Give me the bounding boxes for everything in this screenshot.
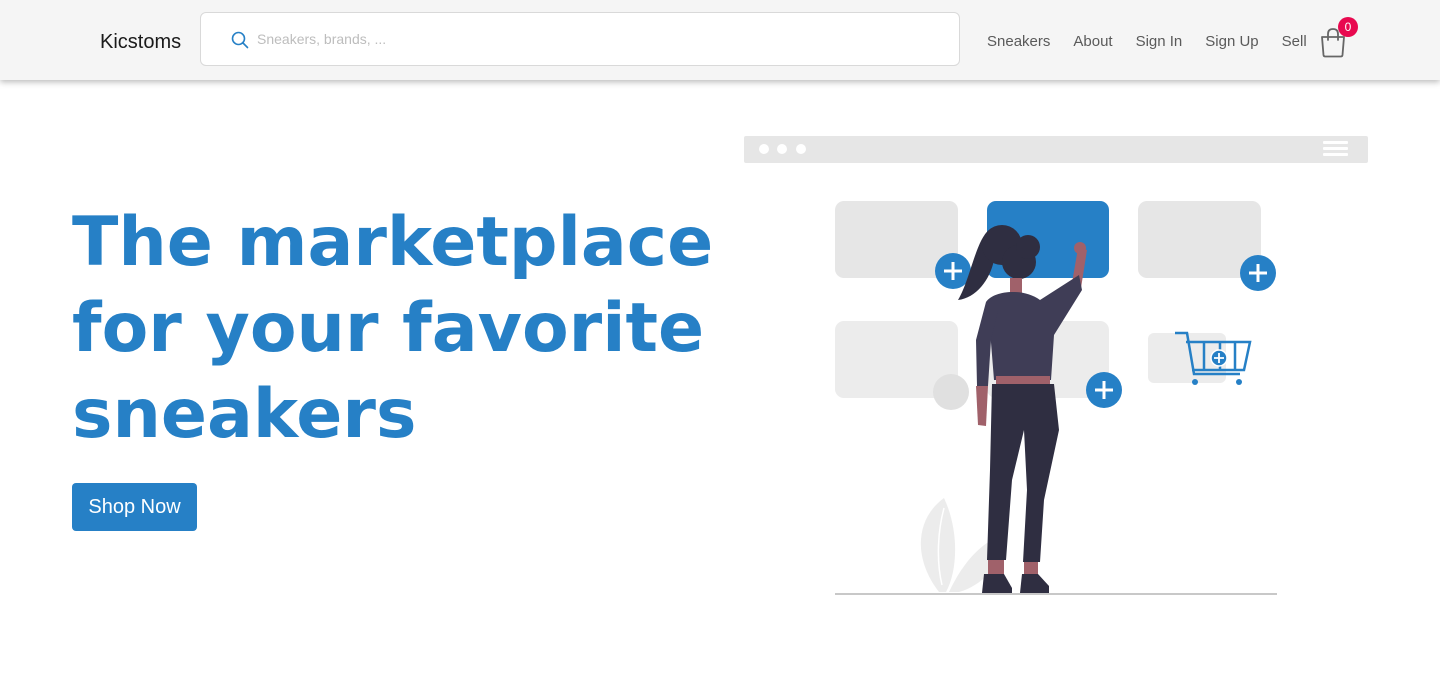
hero-title-line: sneakers <box>72 375 417 454</box>
hero-title: The marketplace for your favorite sneake… <box>72 200 714 458</box>
top-navbar: Kicstoms Sneakers About Sign In Sign Up … <box>0 0 1440 80</box>
nav-link-sign-in[interactable]: Sign In <box>1136 33 1183 51</box>
nav-link-sign-up[interactable]: Sign Up <box>1205 33 1258 51</box>
main-nav: Sneakers About Sign In Sign Up Sell <box>987 33 1307 51</box>
browser-bar-graphic <box>744 136 1368 163</box>
hero-title-line: for your favorite <box>72 289 705 368</box>
search-input[interactable] <box>257 27 937 51</box>
search-bar[interactable] <box>200 12 960 66</box>
brand-logo[interactable]: Kicstoms <box>100 31 181 53</box>
nav-link-sell[interactable]: Sell <box>1282 33 1307 51</box>
cart-count-badge: 0 <box>1338 17 1358 37</box>
nav-link-about[interactable]: About <box>1073 33 1112 51</box>
woman-figure-graphic <box>958 225 1087 593</box>
hero-illustration <box>744 136 1368 595</box>
search-icon <box>231 31 249 49</box>
nav-link-sneakers[interactable]: Sneakers <box>987 33 1050 51</box>
hero-title-line: The marketplace <box>72 203 714 282</box>
shop-now-button[interactable]: Shop Now <box>72 483 197 531</box>
